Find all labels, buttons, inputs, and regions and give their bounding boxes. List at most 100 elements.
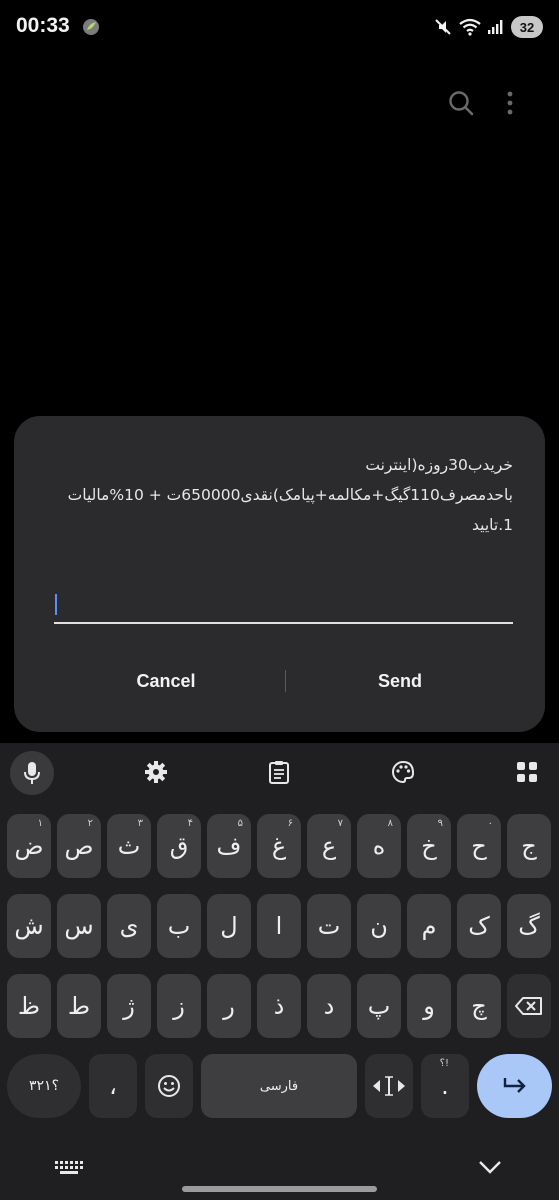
key[interactable]: ک: [457, 894, 501, 958]
key-label: ه: [372, 832, 386, 860]
key[interactable]: چ: [457, 974, 501, 1038]
mute-icon: [435, 19, 451, 35]
gesture-handle[interactable]: [182, 1186, 377, 1192]
key[interactable]: ۹خ: [407, 814, 451, 878]
message-line: خریدب30روزه(اینترنت: [365, 456, 513, 474]
symbols-key[interactable]: ؟۳۲۱: [7, 1054, 81, 1118]
key[interactable]: ج: [507, 814, 551, 878]
key[interactable]: ب: [157, 894, 201, 958]
key[interactable]: ی: [107, 894, 151, 958]
key[interactable]: م: [407, 894, 451, 958]
key[interactable]: ط: [57, 974, 101, 1038]
key[interactable]: ل: [207, 894, 251, 958]
settings-icon: [145, 761, 167, 783]
key-label: ف: [216, 832, 242, 860]
comma-key[interactable]: ،: [89, 1054, 137, 1118]
key-hint: ۵: [237, 818, 243, 829]
key[interactable]: و: [407, 974, 451, 1038]
message-line: باحدمصرف110گیگ+مکالمه+پیامک)نقدی650000ت …: [67, 486, 513, 504]
key[interactable]: ا: [257, 894, 301, 958]
status-time: 00:33: [16, 14, 70, 37]
key[interactable]: س: [57, 894, 101, 958]
ussd-dialog: خریدب30روزه(اینترنت باحدمصرف110گیگ+مکالم…: [14, 416, 545, 732]
key-label: ص: [64, 832, 94, 860]
more-vert-icon[interactable]: [499, 89, 521, 117]
key[interactable]: ژ: [107, 974, 151, 1038]
key-label: ث: [117, 832, 141, 860]
battery-icon: 32: [511, 16, 543, 38]
key[interactable]: ۳ث: [107, 814, 151, 878]
key[interactable]: ۶غ: [257, 814, 301, 878]
key[interactable]: ر: [207, 974, 251, 1038]
key-hint: ۶: [287, 818, 293, 829]
emoji-icon: [158, 1075, 180, 1097]
keyboard: ۱ض ۲ص ۳ث ۴ق ۵ف ۶غ ۷ع ۸ه ۹خ ۰ح ج ش س ی ب …: [0, 743, 559, 1200]
backspace-icon: [515, 997, 542, 1015]
cancel-button[interactable]: Cancel: [116, 664, 216, 698]
clipboard-button[interactable]: [259, 752, 299, 792]
send-button[interactable]: Send: [350, 664, 450, 698]
button-divider: [285, 670, 286, 692]
text-cursor: [55, 594, 57, 615]
wifi-icon: [459, 18, 481, 36]
key[interactable]: ۴ق: [157, 814, 201, 878]
status-icons: 32: [433, 15, 543, 39]
key-label: غ: [271, 832, 287, 860]
dialog-message: خریدب30روزه(اینترنت باحدمصرف110گیگ+مکالم…: [43, 450, 513, 540]
message-line: 1.تایید: [472, 516, 513, 534]
key-label: ق: [169, 832, 189, 860]
key[interactable]: ۰ح: [457, 814, 501, 878]
enter-key[interactable]: [477, 1054, 552, 1118]
notification-app-icon: [83, 19, 99, 35]
key-hint: ۴: [187, 818, 193, 829]
key[interactable]: ۷ع: [307, 814, 351, 878]
mic-icon: [24, 762, 40, 784]
key-hint: ۰: [487, 818, 493, 829]
key-hint: ۲: [87, 818, 93, 829]
mic-button[interactable]: [10, 751, 54, 795]
backspace-key[interactable]: [507, 974, 551, 1038]
emoji-key[interactable]: [145, 1054, 193, 1118]
enter-icon: [503, 1078, 526, 1093]
key-hint: ؟!: [439, 1058, 449, 1069]
key-label: ح: [471, 832, 487, 860]
key[interactable]: پ: [357, 974, 401, 1038]
key-label: خ: [421, 832, 437, 860]
clipboard-icon: [269, 761, 289, 784]
key-hint: ۷: [337, 818, 343, 829]
settings-button[interactable]: [136, 752, 176, 792]
key[interactable]: د: [307, 974, 351, 1038]
space-key[interactable]: فارسی: [201, 1054, 357, 1118]
hide-keyboard-icon[interactable]: [478, 1159, 502, 1175]
key[interactable]: ظ: [7, 974, 51, 1038]
key-hint: ۱: [37, 818, 43, 829]
key-label: .: [441, 1072, 449, 1100]
more-tools-button[interactable]: [507, 752, 547, 792]
cursor-move-icon: [373, 1076, 405, 1096]
status-bar: 00:33 32: [0, 0, 559, 54]
key-label: ض: [14, 832, 44, 860]
cursor-control-key[interactable]: [365, 1054, 413, 1118]
key-label: ع: [321, 832, 337, 860]
key[interactable]: ذ: [257, 974, 301, 1038]
key[interactable]: ت: [307, 894, 351, 958]
reply-input[interactable]: [54, 588, 513, 624]
screen: 00:33 32 خریدب30روزه(اینترنت باحدمصرف110…: [0, 0, 559, 1200]
keyboard-switch-icon[interactable]: [55, 1161, 83, 1175]
search-icon[interactable]: [447, 89, 475, 117]
key[interactable]: ۲ص: [57, 814, 101, 878]
key[interactable]: ن: [357, 894, 401, 958]
key-hint: ۹: [437, 818, 443, 829]
key[interactable]: ز: [157, 974, 201, 1038]
key[interactable]: ۸ه: [357, 814, 401, 878]
signal-icon: [488, 20, 503, 34]
period-key[interactable]: ؟! .: [421, 1054, 469, 1118]
key-hint: ۳: [137, 818, 143, 829]
palette-icon: [392, 760, 415, 784]
key[interactable]: ش: [7, 894, 51, 958]
theme-button[interactable]: [383, 752, 423, 792]
key[interactable]: ۵ف: [207, 814, 251, 878]
key[interactable]: گ: [507, 894, 551, 958]
key-hint: ۸: [387, 818, 393, 829]
key[interactable]: ۱ض: [7, 814, 51, 878]
